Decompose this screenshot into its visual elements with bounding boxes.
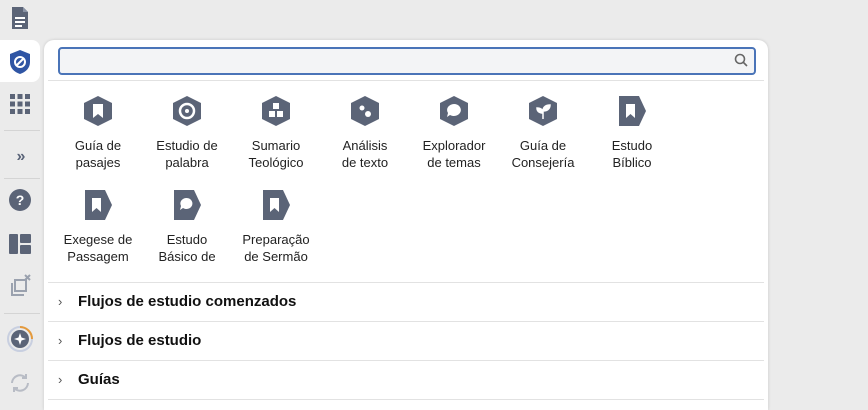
tool-guia-de-consejeria[interactable]: Guía de Consejería: [500, 95, 586, 171]
divider: [48, 360, 764, 361]
expand-sidebar-icon[interactable]: »: [4, 141, 36, 173]
bookmark-tag-icon: [85, 190, 112, 220]
tool-label: Estudo Básico de: [158, 232, 216, 264]
tool-label: Exegese de Passagem: [63, 232, 133, 264]
divider: [48, 399, 764, 400]
tool-label: Estudo Bíblico: [611, 138, 653, 170]
search-icon[interactable]: [734, 53, 748, 72]
bookmark-hexagon-icon: [84, 96, 112, 126]
tool-label: Análisis de texto: [341, 138, 389, 170]
sidebar-divider: [4, 130, 40, 131]
study-shield-icon[interactable]: [4, 46, 36, 78]
help-icon[interactable]: ?: [4, 184, 36, 216]
svg-text:?: ?: [16, 192, 25, 208]
close-panels-icon[interactable]: [4, 270, 36, 302]
text-analysis-icon: [351, 96, 379, 126]
section-title: Flujos de estudio comenzados: [78, 292, 297, 310]
tool-estudo-biblico[interactable]: Estudo Bíblico: [589, 95, 675, 171]
tool-label: Sumario Teológico: [248, 138, 304, 170]
divider: [48, 80, 764, 81]
tool-label: Guía de pasajes: [74, 138, 122, 170]
word-study-icon: [173, 96, 201, 126]
tool-preparacao-de-sermao[interactable]: Preparação de Sermão: [233, 189, 319, 265]
section-title: Flujos de estudio: [78, 331, 202, 349]
tool-explorador-de-temas[interactable]: Explorador de temas: [411, 95, 497, 171]
tool-label: Estudio de palabra: [156, 138, 218, 170]
section-started-study-flows[interactable]: › Flujos de estudio comenzados: [58, 282, 296, 320]
topic-bubble-icon: [440, 96, 468, 126]
tool-label: Guía de Consejería: [511, 138, 575, 170]
bookmark-tag-icon: [619, 96, 646, 126]
document-icon[interactable]: [4, 2, 36, 34]
sync-icon[interactable]: [4, 367, 36, 399]
theology-grid-icon: [262, 96, 290, 126]
tool-label: Preparação de Sermão: [242, 232, 310, 264]
tools-panel: Guía de pasajes Estudio de palabra Sumar…: [44, 40, 768, 410]
tool-guia-de-pasajes[interactable]: Guía de pasajes: [55, 95, 141, 171]
section-title: Guías: [78, 370, 120, 388]
tool-exegese-de-passagem[interactable]: Exegese de Passagem: [55, 189, 141, 265]
sidebar-divider: [4, 313, 40, 314]
tool-analisis-de-texto[interactable]: Análisis de texto: [322, 95, 408, 171]
section-study-flows[interactable]: › Flujos de estudio: [58, 321, 201, 359]
tool-sumario-teologico[interactable]: Sumario Teológico: [233, 95, 319, 171]
sidebar-divider: [4, 178, 40, 179]
ai-sparkle-icon[interactable]: [4, 323, 36, 355]
chevron-right-icon: ›: [58, 371, 63, 387]
tool-estudio-de-palabra[interactable]: Estudio de palabra: [144, 95, 230, 171]
search-box: [58, 47, 756, 75]
layout-icon[interactable]: [4, 228, 36, 260]
left-toolbar: » ?: [0, 0, 40, 401]
sprout-icon: [529, 96, 557, 126]
speech-tag-icon: [174, 190, 201, 220]
search-input[interactable]: [66, 51, 730, 73]
tool-label: Explorador de temas: [422, 138, 486, 170]
chevron-right-icon: ›: [58, 332, 63, 348]
chevron-right-icon: ›: [58, 293, 63, 309]
apps-grid-icon[interactable]: [4, 88, 36, 120]
section-guides[interactable]: › Guías: [58, 360, 120, 398]
bookmark-tag-icon: [263, 190, 290, 220]
tool-estudo-basico-de[interactable]: Estudo Básico de: [144, 189, 230, 265]
